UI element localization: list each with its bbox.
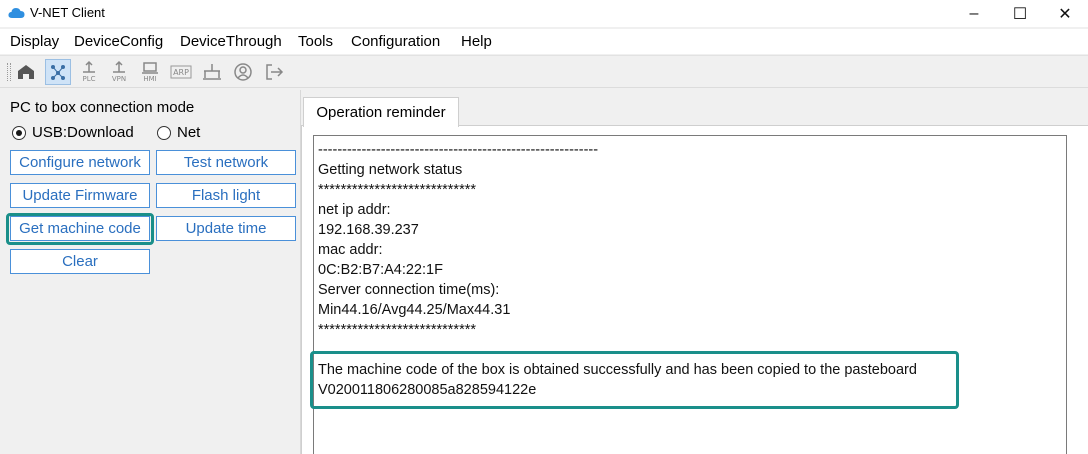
log-line: **************************** [318,182,476,198]
user-button[interactable] [230,59,256,85]
log-line: mac addr: [318,242,383,258]
log-line: 0C:B2:B7:A4:22:1F [318,262,443,278]
lan-button[interactable] [199,59,225,85]
home-button[interactable] [13,59,39,85]
tab-operation-reminder[interactable]: Operation reminder [303,97,459,127]
net-radio[interactable]: Net [157,124,200,141]
arp-label: ARP [173,68,189,77]
menu-devicethrough[interactable]: DeviceThrough [180,33,282,50]
arp-button[interactable]: ARP [168,59,194,85]
menu-help[interactable]: Help [461,33,492,50]
log-line: Server connection time(ms): [318,282,500,298]
log-line: ----------------------------------------… [318,142,599,158]
vpn-button[interactable]: VPN [106,59,132,85]
radio-unchecked-icon [157,125,171,140]
log-line: Getting network status [318,162,463,178]
close-button[interactable]: ✕ [1042,0,1088,27]
machine-code-highlight [310,351,959,409]
network-button[interactable] [45,59,71,85]
minimize-button[interactable]: – [951,0,997,27]
toolbar-grip [7,63,11,81]
net-label: Net [177,124,201,141]
maximize-button[interactable]: ☐ [997,0,1043,27]
lan-icon [203,64,221,80]
log-line: **************************** [318,322,476,338]
arp-icon: ARP [170,65,192,79]
menu-tools[interactable]: Tools [298,33,333,50]
title-bar: V-NET Client – ☐ ✕ [0,0,1088,27]
log-line: 192.168.39.237 [318,222,419,238]
plc-icon: PLC [82,60,96,83]
vpn-icon: VPN [112,60,126,83]
log-line: Min44.16/Avg44.25/Max44.31 [318,302,511,318]
vpn-label: VPN [112,75,126,83]
home-icon [18,65,34,79]
flash-light-button[interactable]: Flash light [156,183,296,208]
network-icon [51,65,65,80]
get-machine-code-highlight [6,213,154,245]
connection-mode-title: PC to box connection mode [10,99,195,116]
logout-button[interactable] [261,59,287,85]
usb-download-label: USB:Download [32,124,134,141]
toolbar: PLC VPN HMI ARP [0,55,1088,88]
logout-icon [266,64,284,80]
update-firmware-button[interactable]: Update Firmware [10,183,150,208]
window-title: V-NET Client [30,5,105,20]
hmi-icon: HMI [142,62,158,83]
log-line: net ip addr: [318,202,391,218]
configure-network-button[interactable]: Configure network [10,150,150,175]
test-network-button[interactable]: Test network [156,150,296,175]
connection-panel: PC to box connection mode USB:Download N… [0,90,300,454]
cloud-icon [8,8,25,18]
clear-button[interactable]: Clear [10,249,150,274]
user-icon [234,63,252,81]
usb-download-radio[interactable]: USB:Download [12,124,134,141]
hmi-label: HMI [143,75,156,83]
hmi-button[interactable]: HMI [137,59,163,85]
radio-checked-icon [12,125,26,140]
menu-bar: Display DeviceConfig DeviceThrough Tools… [0,29,1088,54]
app-window: V-NET Client – ☐ ✕ Display DeviceConfig … [0,0,1088,454]
menu-configuration[interactable]: Configuration [351,33,440,50]
plc-button[interactable]: PLC [76,59,102,85]
menu-deviceconfig[interactable]: DeviceConfig [74,33,163,50]
menu-display[interactable]: Display [10,33,59,50]
plc-label: PLC [82,75,95,83]
update-time-button[interactable]: Update time [156,216,296,241]
